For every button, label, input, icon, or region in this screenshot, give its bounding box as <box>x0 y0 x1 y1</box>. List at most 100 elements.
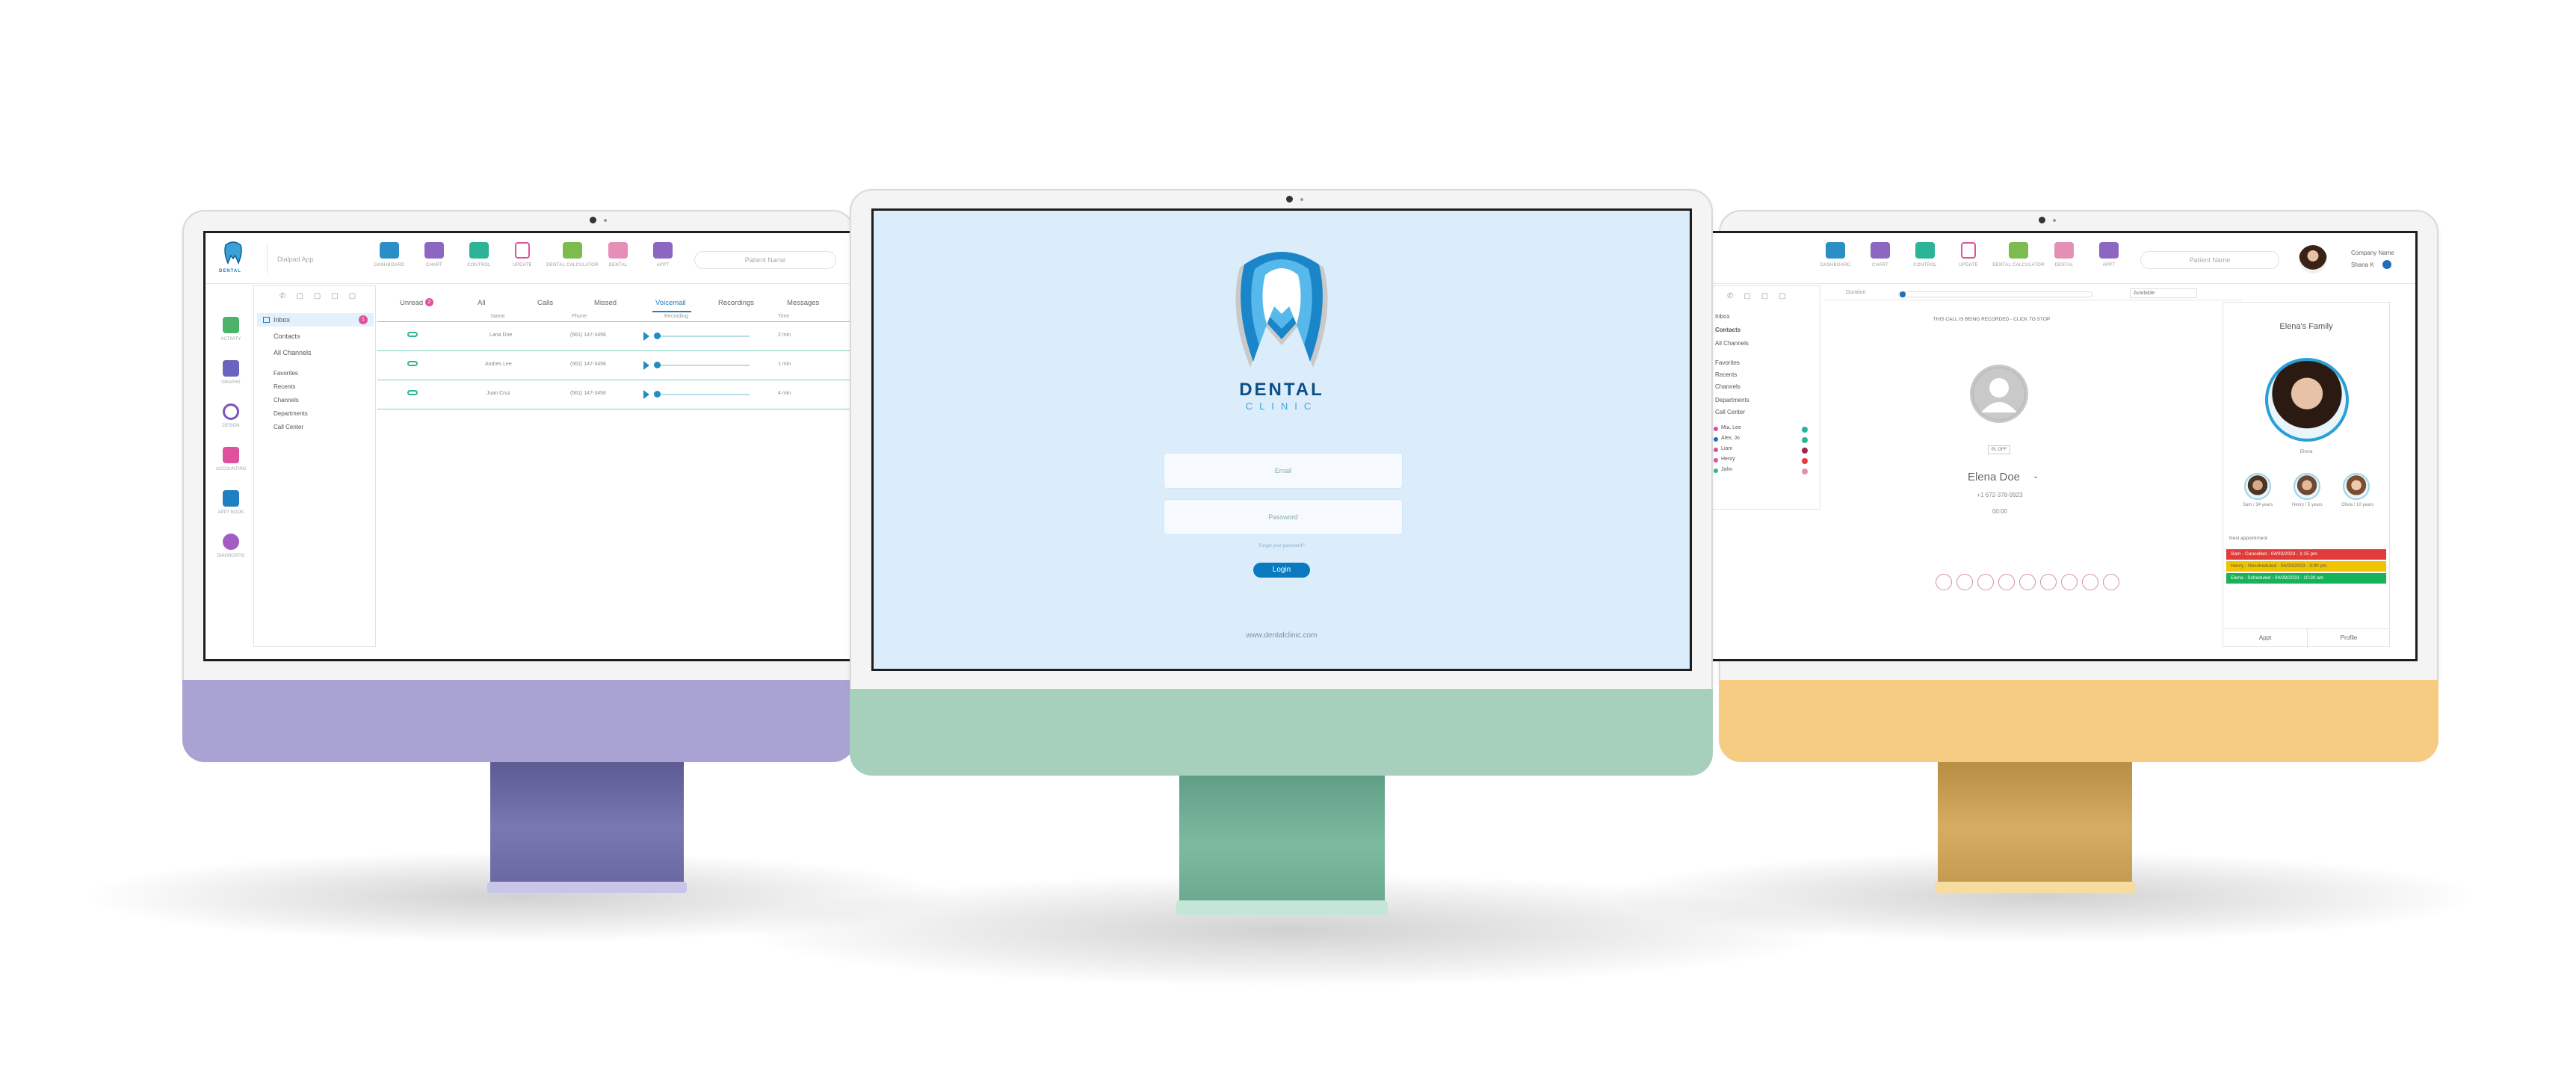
sidebar-activity[interactable]: ACTIVITY <box>216 317 246 341</box>
tab-recordings[interactable]: Recordings <box>718 299 754 307</box>
family-member[interactable]: Henry / 5 years <box>2292 473 2323 507</box>
add-call-button[interactable] <box>2040 574 2057 590</box>
toolbar-control[interactable]: CONTROL <box>1904 242 1946 279</box>
toolbar-appt[interactable]: APPT <box>642 242 684 279</box>
mute-button[interactable] <box>1936 574 1952 590</box>
keypad-button[interactable] <box>1956 574 1973 590</box>
transfer-button[interactable] <box>2019 574 2036 590</box>
tab-unread[interactable]: Unread <box>400 299 423 307</box>
user-menu-icon[interactable] <box>2382 260 2391 269</box>
record-button[interactable] <box>1998 574 2015 590</box>
toolbar-dental[interactable]: DENTAL <box>597 242 639 279</box>
profile-button[interactable]: Profile <box>2307 634 2391 641</box>
filter-slider-knob[interactable] <box>1900 291 1906 297</box>
filter-duration[interactable]: Duration <box>1846 290 1865 295</box>
table-row[interactable]: Juan Cruz (561) 147-3456 4 min <box>377 381 859 409</box>
login-button[interactable]: Login <box>1253 563 1310 578</box>
member-item[interactable]: John <box>1721 467 1732 472</box>
audio-knob[interactable] <box>654 362 661 368</box>
toolbar-calculator[interactable]: DENTAL CALCULATOR <box>546 242 599 279</box>
audio-track[interactable] <box>657 365 750 366</box>
nav-recents[interactable]: Recents <box>274 383 295 390</box>
tab-missed[interactable]: Missed <box>594 299 617 307</box>
dialpad-search[interactable]: Dialpad App <box>277 256 314 263</box>
appointment-rescheduled[interactable]: Henry - Rescheduled - 04/20/2023 - 3:00 … <box>2226 561 2386 572</box>
call-status-chip[interactable]: PL OFF <box>1988 445 2010 454</box>
main-patient-avatar[interactable] <box>2265 358 2349 442</box>
nav-departments[interactable]: Departments <box>1715 397 1749 404</box>
patient-search-input[interactable]: Patient Name <box>2140 251 2279 269</box>
availability-select[interactable]: Available <box>2130 288 2197 298</box>
audio-knob[interactable] <box>654 391 661 398</box>
appointment-scheduled[interactable]: Elena - Scheduled - 04/28/2023 - 10:30 a… <box>2226 573 2386 584</box>
forgot-password-link[interactable]: Forgot your password? <box>874 544 1690 548</box>
audio-track[interactable] <box>657 336 750 337</box>
more-button[interactable] <box>2103 574 2119 590</box>
toolbar-control[interactable]: CONTROL <box>458 242 500 279</box>
toolbar-appt[interactable]: APPT <box>2088 242 2130 279</box>
nav-channels[interactable]: Channels <box>1715 383 1741 390</box>
nav-call-center[interactable]: Call Center <box>1715 409 1745 415</box>
caller-phone: +1 672-378-9923 <box>1977 492 2023 498</box>
sidebar-appt-book[interactable]: APPT BOOK <box>216 490 246 515</box>
table-row[interactable]: Andres Lee (561) 147-3456 1 min <box>377 352 859 380</box>
play-icon[interactable] <box>643 332 649 341</box>
patient-search-input[interactable]: Patient Name <box>694 251 836 269</box>
nav-recents[interactable]: Recents <box>1715 371 1737 378</box>
sidebar-diagnostic[interactable]: DIAGNOSTIC <box>216 534 246 558</box>
tab-all[interactable]: All <box>478 299 486 307</box>
hold-button[interactable] <box>1977 574 1994 590</box>
update-icon <box>515 242 530 259</box>
tab-calls[interactable]: Calls <box>537 299 553 307</box>
tab-messages[interactable]: Messages <box>787 299 819 307</box>
center-chin <box>850 689 1713 776</box>
nav-contacts[interactable]: Contacts <box>274 333 300 340</box>
toolbar-dental[interactable]: DENTAL <box>2043 242 2085 279</box>
chevron-down-icon[interactable]: ⌄ <box>2033 472 2039 480</box>
sidebar-design[interactable]: DESIGN <box>216 404 246 428</box>
next-appt-label[interactable]: Next appointment <box>2229 536 2267 541</box>
nav-channels[interactable]: Channels <box>274 397 299 404</box>
table-row[interactable]: Lana Doe (561) 147-3456 2 min <box>377 323 859 351</box>
nav-inbox[interactable]: Inbox <box>274 316 290 324</box>
nav-call-center[interactable]: Call Center <box>274 424 303 430</box>
nav-departments[interactable]: Departments <box>274 410 308 417</box>
toolbar-update[interactable]: UPDATE <box>1948 242 1989 279</box>
member-item[interactable]: Henry <box>1721 457 1735 462</box>
email-field[interactable]: Email <box>1164 453 1403 489</box>
nav-inbox[interactable]: Inbox <box>1715 313 1730 320</box>
toolbar-chart[interactable]: CHART <box>1859 242 1901 279</box>
nav-favorites[interactable]: Favorites <box>1715 359 1740 366</box>
nav-contacts[interactable]: Contacts <box>1715 327 1741 333</box>
user-avatar[interactable] <box>2299 245 2327 273</box>
toolbar-update[interactable]: UPDATE <box>501 242 543 279</box>
member-status-dot <box>1714 458 1718 463</box>
audio-knob[interactable] <box>654 333 661 339</box>
toolbar-chart[interactable]: CHART <box>413 242 455 279</box>
toolbar-dashboard[interactable]: DASHBOARD <box>1814 242 1856 279</box>
nav-all-channels[interactable]: All Channels <box>1715 340 1749 347</box>
audio-track[interactable] <box>657 394 750 395</box>
sidebar-graphs[interactable]: GRAPHS <box>216 360 246 385</box>
member-item[interactable]: Alex, Jo <box>1721 436 1740 441</box>
filter-slider[interactable] <box>1898 291 2092 297</box>
sidebar-accounting[interactable]: ACCOUNTING <box>216 447 246 471</box>
toolbar-dashboard[interactable]: DASHBOARD <box>368 242 410 279</box>
appointment-cancelled[interactable]: Sam - Cancelled - 04/03/2023 - 1:15 pm <box>2226 549 2386 560</box>
tab-voicemail[interactable]: Voicemail <box>655 299 686 307</box>
password-field[interactable]: Password <box>1164 499 1403 535</box>
play-icon[interactable] <box>643 390 649 399</box>
recording-banner[interactable]: THIS CALL IS BEING RECORDED - CLICK TO S… <box>1823 317 2160 322</box>
video-button[interactable] <box>2082 574 2098 590</box>
toolbar-calculator[interactable]: DENTAL CALCULATOR <box>1992 242 2045 279</box>
appt-button[interactable]: Appt <box>2223 634 2307 641</box>
family-member[interactable]: Sam / 34 years <box>2243 473 2273 507</box>
nav-all-channels[interactable]: All Channels <box>274 349 312 356</box>
play-icon[interactable] <box>643 361 649 370</box>
member-item[interactable]: Mia, Lee <box>1721 425 1741 430</box>
website-link[interactable]: www.dentalclinic.com <box>874 631 1690 640</box>
family-member[interactable]: Olivia / 10 years <box>2341 473 2373 507</box>
notes-button[interactable] <box>2061 574 2078 590</box>
member-item[interactable]: Liam <box>1721 446 1732 451</box>
nav-favorites[interactable]: Favorites <box>274 370 298 377</box>
